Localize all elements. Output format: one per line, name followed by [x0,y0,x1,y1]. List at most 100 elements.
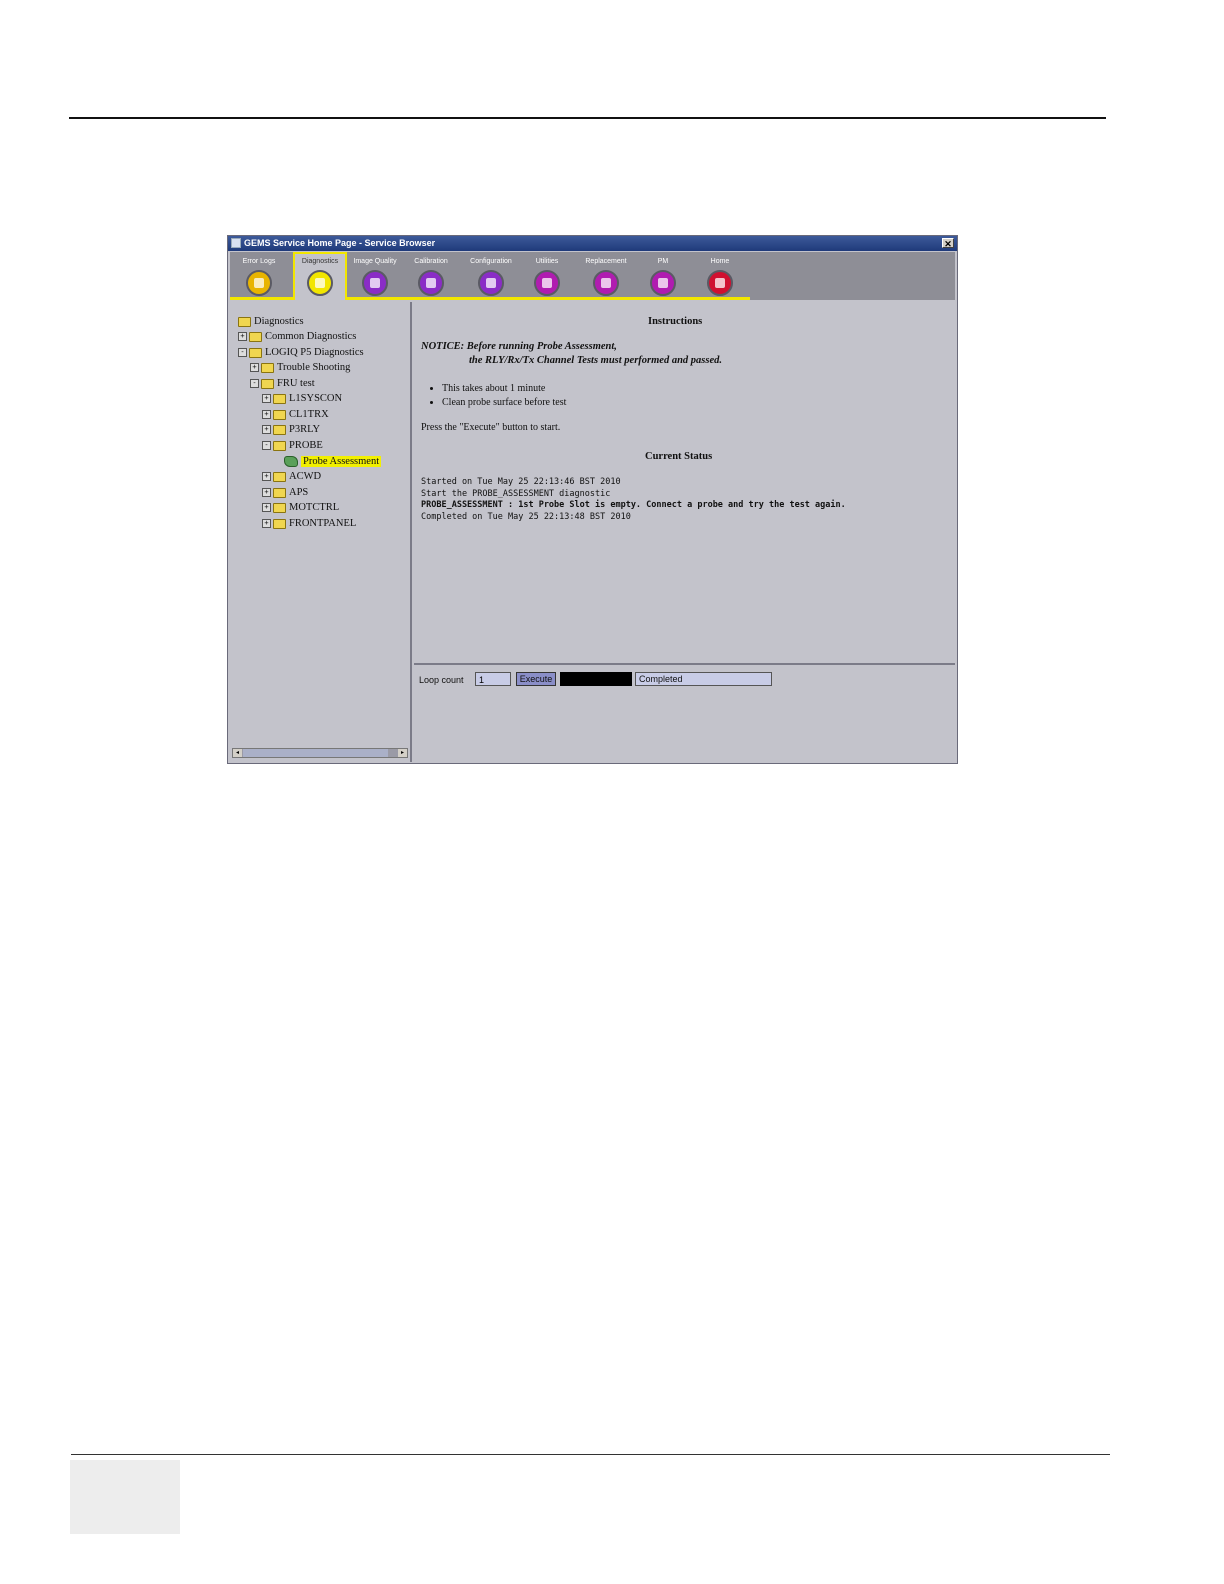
status-field: Completed [635,672,772,686]
tab-label: Image Quality [353,258,397,265]
tree-item-label: LOGIQ P5 Diagnostics [265,347,364,358]
expand-icon[interactable]: + [262,488,271,498]
tab-label: Home [710,258,730,265]
probe-icon [284,456,298,468]
folder-icon [273,471,286,482]
folder-icon [249,331,262,342]
error-logs-icon [246,270,272,296]
tree-item-label: Trouble Shooting [277,362,351,373]
tree-item-p3rly[interactable]: + P3RLY [262,423,320,437]
page-footer-rule [71,1454,1110,1455]
tab-home[interactable]: Home [693,254,747,297]
notice-line-1: NOTICE: Before running Probe Assessment, [421,341,617,352]
instructions-heading: Instructions [648,316,703,327]
notice-text: NOTICE: Before running Probe Assessment,… [421,340,722,368]
folder-icon [273,393,286,404]
status-log: Started on Tue May 25 22:13:46 BST 2010 S… [421,477,846,523]
tab-replacement[interactable]: Replacement [579,254,633,297]
notice-line-2: the RLY/Rx/Tx Channel Tests must perform… [469,355,722,366]
list-item: Clean probe surface before test [442,396,566,410]
home-icon [707,270,733,296]
diagnostics-icon [307,270,333,296]
collapse-icon[interactable]: - [238,348,247,358]
status-line: Started on Tue May 25 22:13:46 BST 2010 [421,477,621,487]
tree-item-fru-test[interactable]: - FRU test [250,377,315,391]
expand-icon[interactable]: + [262,394,271,404]
tree-item-acwd[interactable]: + ACWD [262,470,321,484]
status-line-error: PROBE_ASSESSMENT : 1st Probe Slot is emp… [421,500,846,510]
tree-item-cl1trx[interactable]: + CL1TRX [262,408,329,422]
tree-item-diagnostics[interactable]: Diagnostics [238,315,304,329]
folder-open-icon [238,316,251,327]
execute-button[interactable]: Execute [516,672,556,686]
tree-horizontal-scrollbar[interactable]: ◂ ▸ [232,748,408,758]
current-status-heading: Current Status [645,451,713,462]
expand-icon[interactable]: + [262,503,271,513]
window-titlebar: GEMS Service Home Page - Service Browser… [228,236,957,251]
close-icon[interactable]: ✕ [942,238,954,249]
tree-item-aps[interactable]: + APS [262,486,308,500]
tree-item-probe-assessment[interactable]: Probe Assessment [284,455,382,469]
collapse-icon[interactable]: - [250,379,259,389]
tree-item-label: APS [289,487,309,498]
press-execute-text: Press the "Execute" button to start. [421,422,561,433]
tree-item-motctrl[interactable]: + MOTCTRL [262,501,339,515]
tree-item-label: MOTCTRL [289,502,340,513]
instruction-bullets: This takes about 1 minute Clean probe su… [422,382,566,410]
utilities-icon [534,270,560,296]
tree-item-probe[interactable]: - PROBE [262,439,323,453]
replacement-icon [593,270,619,296]
instructions-pane: Instructions NOTICE: Before running Prob… [414,302,955,665]
scroll-right-icon[interactable]: ▸ [398,749,407,757]
tab-configuration[interactable]: Configuration [464,254,518,297]
tree-item-label: FRU test [277,378,315,389]
tree-item-label: P3RLY [289,424,321,435]
expand-icon[interactable]: + [262,410,271,420]
tab-utilities[interactable]: Utilities [520,254,574,297]
window-title: GEMS Service Home Page - Service Browser [244,238,436,248]
folder-icon [273,518,286,529]
tree-item-label: Common Diagnostics [265,331,357,342]
collapse-icon[interactable]: - [262,441,271,451]
tab-label: PM [657,258,669,265]
image-quality-icon [362,270,388,296]
tree-item-label: ACWD [289,471,322,482]
folder-icon [273,409,286,420]
execution-controls: Loop count 1 Execute Completed [414,667,955,762]
tree-item-label-selected: Probe Assessment [301,456,382,467]
tab-label: Replacement [585,258,627,265]
loop-count-label: Loop count [419,675,464,685]
scrollbar-thumb[interactable] [243,749,388,757]
pm-icon [650,270,676,296]
tab-calibration[interactable]: Calibration [404,254,458,297]
tab-pm[interactable]: PM [636,254,690,297]
expand-icon[interactable]: + [262,519,271,529]
folder-open-icon [273,440,286,451]
tab-label: Calibration [414,258,448,265]
tree-item-common-diagnostics[interactable]: + Common Diagnostics [238,330,356,344]
expand-icon[interactable]: + [262,472,271,482]
folder-icon [273,487,286,498]
tree-item-frontpanel[interactable]: + FRONTPANEL [262,517,356,531]
tab-image-quality[interactable]: Image Quality [348,254,402,297]
expand-icon[interactable]: + [238,332,247,342]
tab-label: Error Logs [242,258,276,265]
service-browser-window: GEMS Service Home Page - Service Browser… [227,235,958,764]
status-line: Start the PROBE_ASSESSMENT diagnostic [421,488,611,499]
tree-item-label: Diagnostics [254,316,304,327]
tree-item-label: L1SYSCON [289,393,343,404]
folder-open-icon [261,378,274,389]
expand-icon[interactable]: + [250,363,259,373]
tree-item-l1syscon[interactable]: + L1SYSCON [262,392,342,406]
tree-item-logiq-p5-diagnostics[interactable]: - LOGIQ P5 Diagnostics [238,346,364,360]
progress-bar [560,672,632,686]
tab-error-logs[interactable]: Error Logs [232,254,286,297]
page-header-rule [69,117,1106,119]
configuration-icon [478,270,504,296]
tree-item-trouble-shooting[interactable]: + Trouble Shooting [250,361,350,375]
scroll-left-icon[interactable]: ◂ [233,749,242,757]
status-line: Completed on Tue May 25 22:13:48 BST 201… [421,511,631,522]
loop-count-input[interactable]: 1 [475,672,511,686]
tab-diagnostics[interactable]: Diagnostics [293,252,347,300]
expand-icon[interactable]: + [262,425,271,435]
